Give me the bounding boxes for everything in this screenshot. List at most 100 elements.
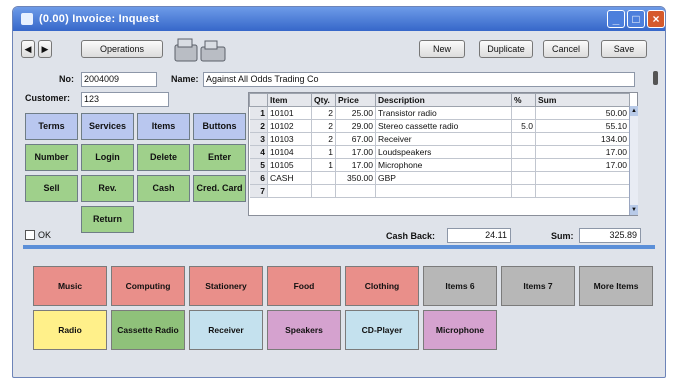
category-items-6-button[interactable]: Items 6 — [423, 266, 497, 306]
close-button[interactable]: × — [647, 10, 665, 28]
qty-cell[interactable]: 2 — [311, 132, 336, 146]
grid-scrollbar[interactable]: ▲ ▼ — [629, 106, 638, 215]
customer-field[interactable]: 123 — [81, 92, 169, 107]
item-cell[interactable]: 10102 — [267, 119, 312, 133]
product-speakers-button[interactable]: Speakers — [267, 310, 341, 350]
category-clothing-button[interactable]: Clothing — [345, 266, 419, 306]
qty-cell[interactable] — [311, 171, 336, 185]
category-more-items-button[interactable]: More Items — [579, 266, 653, 306]
delete-button[interactable]: Delete — [137, 144, 190, 171]
sum-cell[interactable]: 17.00 — [535, 158, 630, 172]
product-radio-button[interactable]: Radio — [33, 310, 107, 350]
description-cell[interactable]: Microphone — [375, 158, 512, 172]
sum-cell[interactable] — [535, 184, 630, 198]
previous-record-button[interactable]: ◀ — [21, 40, 35, 58]
item-cell[interactable]: 10104 — [267, 145, 312, 159]
scroll-down-icon[interactable]: ▼ — [630, 205, 638, 215]
percent-cell[interactable] — [511, 184, 536, 198]
return-button[interactable]: Return — [81, 206, 134, 233]
product-cassette-radio-button[interactable]: Cassette Radio — [111, 310, 185, 350]
percent-cell[interactable] — [511, 106, 536, 120]
description-cell[interactable]: GBP — [375, 171, 512, 185]
description-cell[interactable]: Loudspeakers — [375, 145, 512, 159]
credit-card-button[interactable]: Cred. Card — [193, 175, 246, 202]
table-row[interactable]: 4 10104 1 17.00 Loudspeakers 17.00 — [249, 145, 630, 159]
grid-header-sum[interactable]: Sum — [535, 93, 630, 107]
operations-button[interactable]: Operations — [81, 40, 163, 58]
grid-header-item[interactable]: Item — [267, 93, 312, 107]
percent-cell[interactable] — [511, 132, 536, 146]
qty-cell[interactable] — [311, 184, 336, 198]
terms-button[interactable]: Terms — [25, 113, 78, 140]
category-food-button[interactable]: Food — [267, 266, 341, 306]
price-cell[interactable]: 25.00 — [335, 106, 376, 120]
pin-icon[interactable] — [653, 71, 658, 85]
sell-button[interactable]: Sell — [25, 175, 78, 202]
qty-cell[interactable]: 2 — [311, 119, 336, 133]
table-row[interactable]: 6 CASH 350.00 GBP — [249, 171, 630, 185]
next-record-button[interactable]: ▶ — [38, 40, 52, 58]
item-cell[interactable]: CASH — [267, 171, 312, 185]
category-items-7-button[interactable]: Items 7 — [501, 266, 575, 306]
minimize-button[interactable]: _ — [607, 10, 625, 28]
table-row[interactable]: 1 10101 2 25.00 Transistor radio 50.00 — [249, 106, 630, 120]
services-button[interactable]: Services — [81, 113, 134, 140]
item-cell[interactable]: 10103 — [267, 132, 312, 146]
description-cell[interactable]: Stereo cassette radio — [375, 119, 512, 133]
percent-cell[interactable] — [511, 171, 536, 185]
percent-cell[interactable]: 5.0 — [511, 119, 536, 133]
cash-button[interactable]: Cash — [137, 175, 190, 202]
category-computing-button[interactable]: Computing — [111, 266, 185, 306]
grid-header-percent[interactable]: % — [511, 93, 536, 107]
percent-cell[interactable] — [511, 145, 536, 159]
grid-header-qty[interactable]: Qty. — [311, 93, 336, 107]
product-cd-player-button[interactable]: CD-Player — [345, 310, 419, 350]
description-cell[interactable] — [375, 184, 512, 198]
table-row[interactable]: 2 10102 2 29.00 Stereo cassette radio 5.… — [249, 119, 630, 133]
sum-cell[interactable]: 55.10 — [535, 119, 630, 133]
item-cell[interactable]: 10105 — [267, 158, 312, 172]
maximize-button[interactable]: □ — [627, 10, 645, 28]
grid-header-description[interactable]: Description — [375, 93, 512, 107]
reverse-button[interactable]: Rev. — [81, 175, 134, 202]
item-cell[interactable]: 10101 — [267, 106, 312, 120]
invoice-number-field[interactable]: 2004009 — [81, 72, 157, 87]
category-music-button[interactable]: Music — [33, 266, 107, 306]
description-cell[interactable]: Receiver — [375, 132, 512, 146]
items-button[interactable]: Items — [137, 113, 190, 140]
price-cell[interactable]: 350.00 — [335, 171, 376, 185]
price-cell[interactable]: 29.00 — [335, 119, 376, 133]
product-microphone-button[interactable]: Microphone — [423, 310, 497, 350]
scroll-up-icon[interactable]: ▲ — [630, 106, 638, 116]
price-cell[interactable]: 17.00 — [335, 158, 376, 172]
qty-cell[interactable]: 1 — [311, 145, 336, 159]
ok-checkbox[interactable] — [25, 230, 35, 240]
buttons-button[interactable]: Buttons — [193, 113, 246, 140]
description-cell[interactable]: Transistor radio — [375, 106, 512, 120]
percent-cell[interactable] — [511, 158, 536, 172]
qty-cell[interactable]: 2 — [311, 106, 336, 120]
table-row[interactable]: 3 10103 2 67.00 Receiver 134.00 — [249, 132, 630, 146]
sum-cell[interactable]: 50.00 — [535, 106, 630, 120]
price-cell[interactable]: 17.00 — [335, 145, 376, 159]
price-cell[interactable] — [335, 184, 376, 198]
cancel-button[interactable]: Cancel — [543, 40, 589, 58]
duplicate-button[interactable]: Duplicate — [479, 40, 533, 58]
number-button[interactable]: Number — [25, 144, 78, 171]
item-cell[interactable] — [267, 184, 312, 198]
enter-button[interactable]: Enter — [193, 144, 246, 171]
table-row[interactable]: 5 10105 1 17.00 Microphone 17.00 — [249, 158, 630, 172]
grid-header-price[interactable]: Price — [335, 93, 376, 107]
sum-cell[interactable]: 17.00 — [535, 145, 630, 159]
login-button[interactable]: Login — [81, 144, 134, 171]
customer-name-field[interactable]: Against All Odds Trading Co — [203, 72, 635, 87]
sum-cell[interactable]: 134.00 — [535, 132, 630, 146]
save-button[interactable]: Save — [601, 40, 647, 58]
category-stationery-button[interactable]: Stationery — [189, 266, 263, 306]
new-button[interactable]: New — [419, 40, 465, 58]
qty-cell[interactable]: 1 — [311, 158, 336, 172]
product-receiver-button[interactable]: Receiver — [189, 310, 263, 350]
sum-cell[interactable] — [535, 171, 630, 185]
price-cell[interactable]: 67.00 — [335, 132, 376, 146]
table-row[interactable]: 7 — [249, 184, 630, 198]
